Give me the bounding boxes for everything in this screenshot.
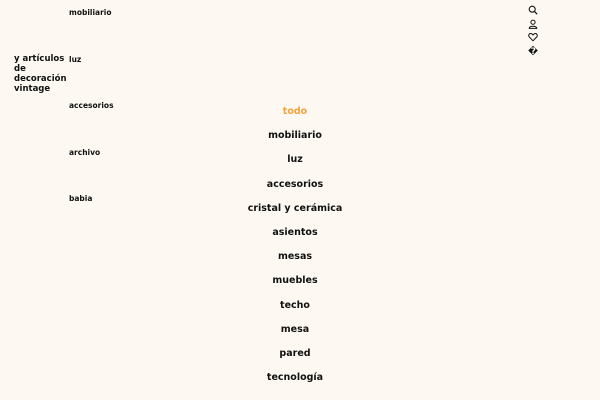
main-nav: mobiliario luz accesorios archivo babia [69,0,189,400]
category-mobiliario[interactable]: mobiliario [195,126,395,150]
category-muebles[interactable]: muebles [195,271,395,295]
category-mesas[interactable]: mesas [195,247,395,271]
nav-item-luz[interactable]: luz [69,55,81,64]
user-icon[interactable] [527,19,539,31]
nav-item-archivo[interactable]: archivo [69,148,100,157]
heart-icon[interactable] [527,32,539,44]
category-accesorios[interactable]: accesorios [195,175,395,199]
nav-item-accesorios[interactable]: accesorios [69,101,114,110]
header-icons: � [527,4,541,59]
category-list: todo mobiliario luz accesorios cristal y… [195,102,395,392]
category-techo[interactable]: techo [195,296,395,320]
category-mesa[interactable]: mesa [195,320,395,344]
search-icon[interactable] [527,5,539,17]
brand-line-1: y artículos [14,54,65,64]
brand-line-4: vintage [14,84,51,94]
brand-tagline: y artículos de decoración vintage [14,54,74,94]
category-tecnologia[interactable]: tecnología [195,368,395,392]
brand-line-3: decoración [14,74,67,84]
nav-item-mobiliario[interactable]: mobiliario [69,8,112,17]
brand-line-2: de [14,64,26,74]
nav-item-babia[interactable]: babia [69,194,92,203]
category-pared[interactable]: pared [195,344,395,368]
cart-icon[interactable]: � [527,46,539,58]
category-todo[interactable]: todo [195,102,395,126]
category-asientos[interactable]: asientos [195,223,395,247]
category-cristal-y-ceramica[interactable]: cristal y cerámica [195,199,395,223]
category-luz[interactable]: luz [195,150,395,174]
